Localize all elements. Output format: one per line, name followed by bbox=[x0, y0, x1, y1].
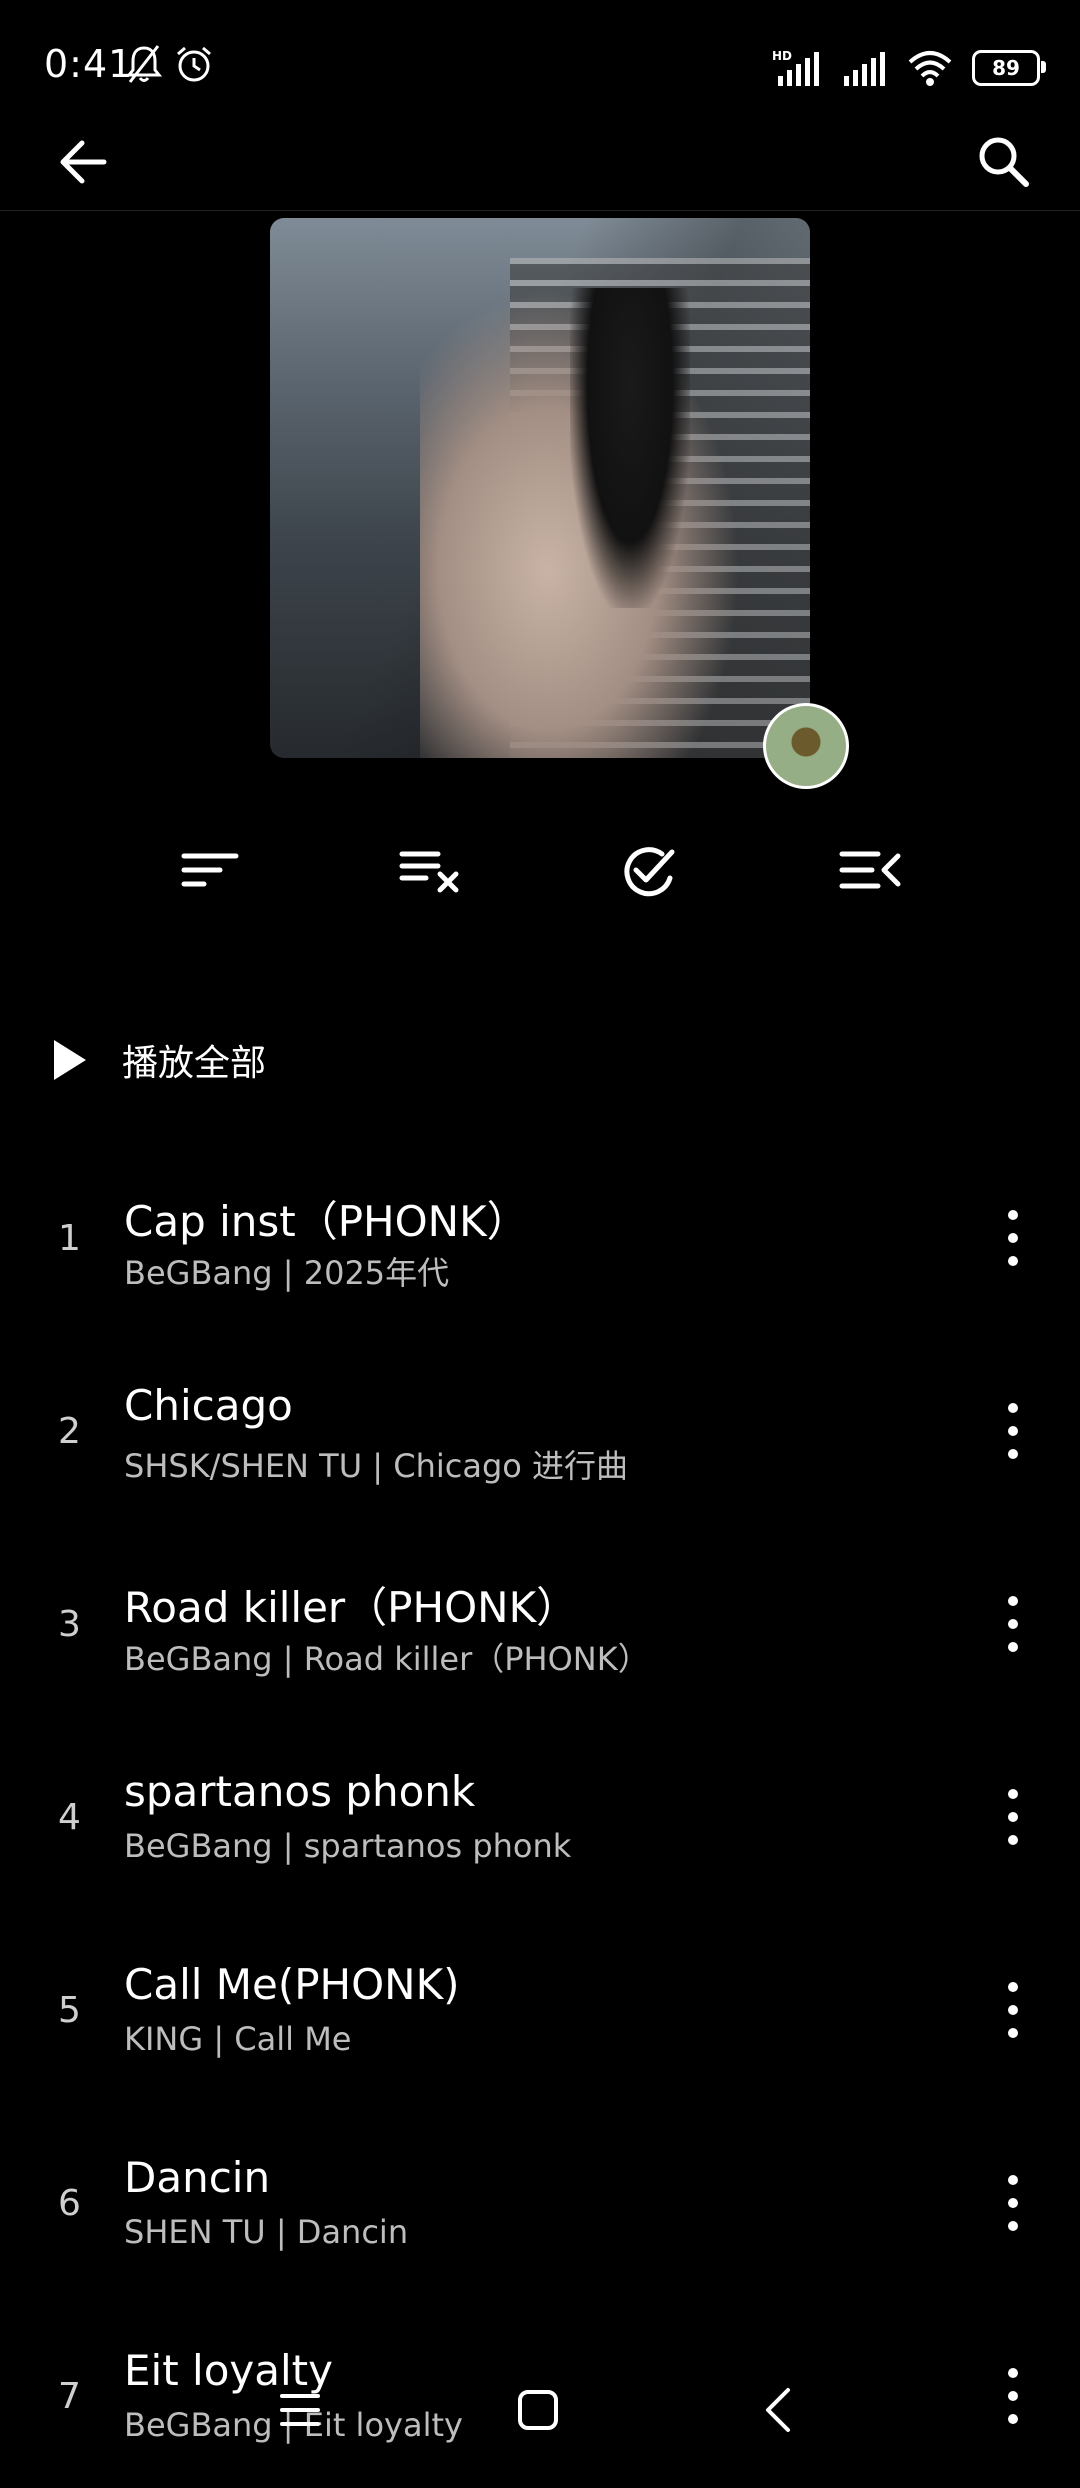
status-bar: 0:41 HD 89 bbox=[0, 0, 1080, 130]
song-subtitle: BeGBang | spartanos phonk bbox=[124, 1827, 572, 1865]
signal-icon bbox=[844, 52, 885, 86]
song-title: Chicago bbox=[124, 1381, 293, 1430]
back-chevron-icon bbox=[766, 2388, 790, 2432]
list-item[interactable]: 2 Chicago SHSK/SHEN TU | Chicago 进行曲 bbox=[0, 1363, 1080, 1523]
song-title: Road killer（PHONK） bbox=[124, 1583, 579, 1632]
clear-list-icon bbox=[399, 851, 459, 893]
song-title: spartanos phonk bbox=[124, 1767, 476, 1816]
song-subtitle: BeGBang | Road killer（PHONK） bbox=[124, 1640, 650, 1678]
list-item[interactable]: 4 spartanos phonk BeGBang | spartanos ph… bbox=[0, 1749, 1080, 1909]
queue-button[interactable] bbox=[830, 830, 910, 910]
more-options-icon[interactable] bbox=[998, 1403, 1028, 1459]
battery-icon: 89 bbox=[972, 50, 1046, 86]
status-time: 0:41 bbox=[44, 42, 134, 86]
song-title: Cap inst（PHONK） bbox=[124, 1197, 529, 1246]
search-icon[interactable] bbox=[972, 130, 1036, 194]
play-all-label: 播放全部 bbox=[122, 1043, 267, 1084]
song-title: Dancin bbox=[124, 2153, 271, 2202]
nav-back-button[interactable] bbox=[748, 2380, 808, 2440]
system-nav-bar bbox=[0, 2360, 1080, 2460]
song-subtitle: SHSK/SHEN TU | Chicago 进行曲 bbox=[124, 1447, 629, 1485]
song-subtitle: KING | Call Me bbox=[124, 2020, 352, 2058]
song-number: 3 bbox=[58, 1604, 81, 1645]
playlist-cover bbox=[270, 218, 810, 758]
home-square-icon bbox=[518, 2390, 558, 2430]
more-options-icon[interactable] bbox=[998, 2175, 1028, 2231]
select-icon bbox=[624, 847, 675, 897]
song-number: 6 bbox=[58, 2183, 81, 2224]
clear-list-button[interactable] bbox=[390, 830, 470, 910]
arrow-left-icon[interactable] bbox=[52, 130, 116, 194]
battery-level: 89 bbox=[992, 56, 1020, 80]
song-number: 5 bbox=[58, 1990, 81, 2031]
hd-signal-icon: HD bbox=[772, 49, 819, 86]
creator-avatar[interactable] bbox=[763, 703, 849, 789]
song-subtitle: SHEN TU | Dancin bbox=[124, 2213, 409, 2251]
song-number: 4 bbox=[58, 1797, 81, 1838]
list-item[interactable]: 5 Call Me(PHONK) KING | Call Me bbox=[0, 1942, 1080, 2102]
list-item[interactable]: 1 Cap inst（PHONK） BeGBang | 2025年代 bbox=[0, 1170, 1080, 1330]
song-number: 1 bbox=[58, 1218, 81, 1259]
play-icon bbox=[54, 1040, 86, 1080]
menu-icon bbox=[280, 2394, 320, 2426]
song-subtitle: BeGBang | 2025年代 bbox=[124, 1254, 450, 1292]
cover-hair bbox=[570, 288, 690, 608]
bell-muted-icon bbox=[126, 45, 162, 83]
list-item[interactable]: 6 Dancin SHEN TU | Dancin bbox=[0, 2135, 1080, 2295]
play-all-button[interactable]: 播放全部 bbox=[54, 1030, 266, 1090]
song-number: 2 bbox=[58, 1411, 81, 1452]
more-options-icon[interactable] bbox=[998, 1596, 1028, 1652]
song-title: Call Me(PHONK) bbox=[124, 1960, 460, 2009]
svg-text:HD: HD bbox=[772, 49, 792, 63]
select-button[interactable] bbox=[610, 830, 690, 910]
more-options-icon[interactable] bbox=[998, 1789, 1028, 1845]
playlist-toolbar bbox=[0, 830, 1080, 910]
queue-icon bbox=[839, 851, 901, 889]
status-right: HD 89 bbox=[772, 44, 1046, 92]
more-options-icon[interactable] bbox=[998, 1210, 1028, 1266]
sort-icon bbox=[181, 853, 239, 887]
list-item[interactable]: 3 Road killer（PHONK） BeGBang | Road kill… bbox=[0, 1556, 1080, 1716]
alarm-icon bbox=[177, 46, 211, 82]
wifi-icon bbox=[908, 51, 952, 86]
top-bar bbox=[0, 130, 1080, 211]
more-options-icon[interactable] bbox=[998, 1982, 1028, 2038]
home-button[interactable] bbox=[508, 2380, 568, 2440]
menu-button[interactable] bbox=[270, 2380, 330, 2440]
sort-button[interactable] bbox=[170, 830, 250, 910]
